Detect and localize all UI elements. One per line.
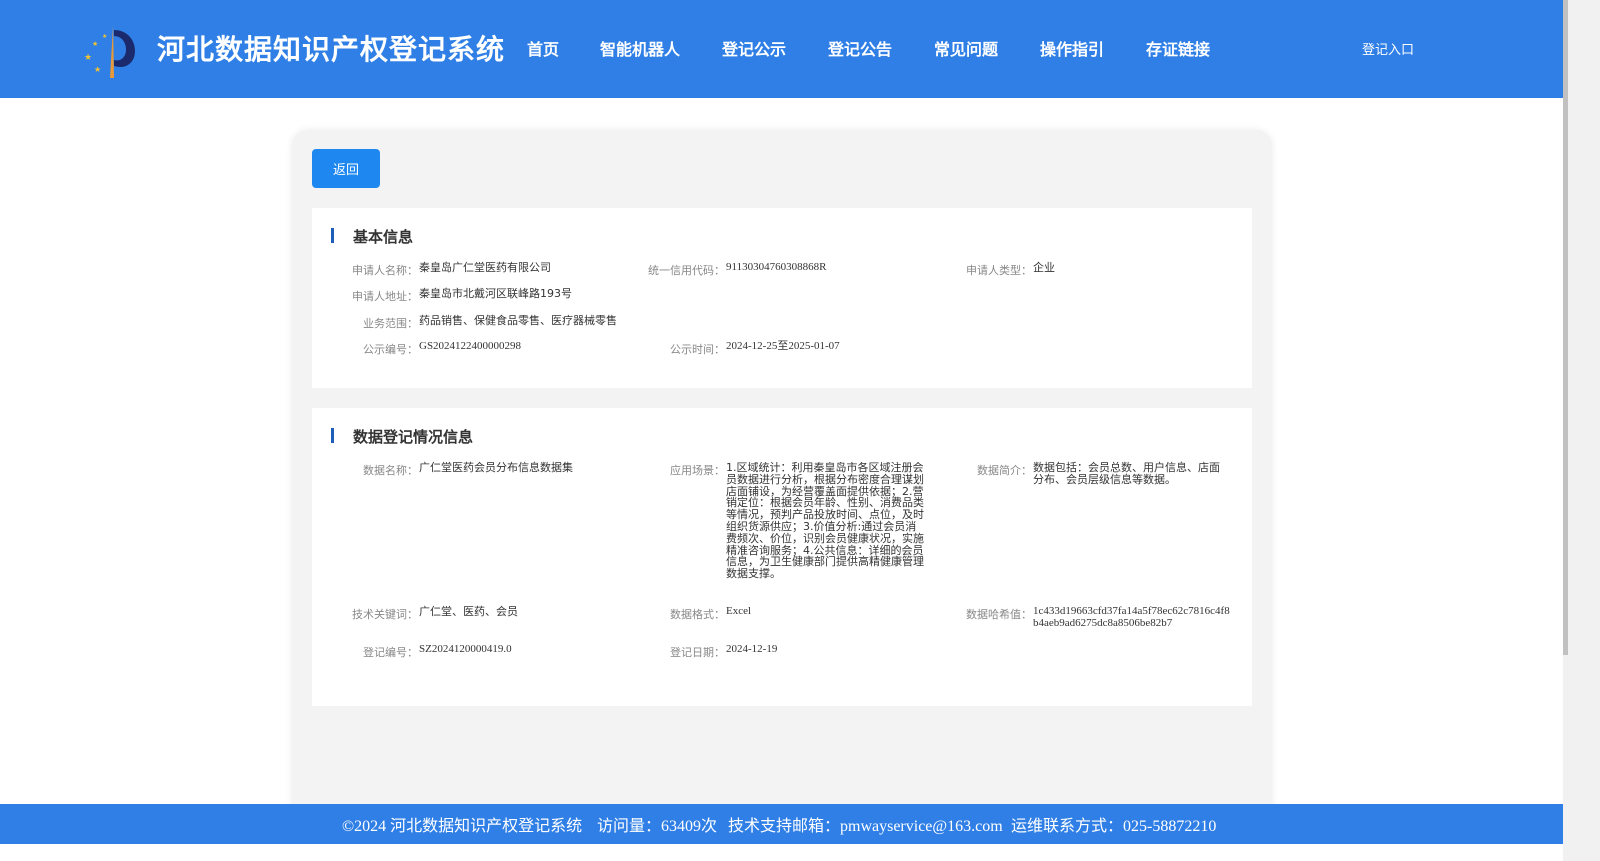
nav-registration-publicity[interactable]: 登记公示 <box>722 36 786 60</box>
login-link[interactable]: 登记入口 <box>1362 39 1414 58</box>
keywords-value: 广仁堂、医药、会员 <box>419 605 518 618</box>
basic-info-title: 基本信息 <box>353 228 414 246</box>
applicant-name-value: 秦皇岛广仁堂医药有限公司 <box>419 261 551 274</box>
hash-label: 数据哈希值： <box>966 608 1032 621</box>
notice-no-value: GS2024122400000298 <box>419 340 522 352</box>
nav-faq[interactable]: 常见问题 <box>934 36 998 60</box>
address-label: 申请人地址： <box>352 290 418 303</box>
nav-evidence-link[interactable]: 存证链接 <box>1146 36 1210 60</box>
applicant-type-label: 申请人类型： <box>966 264 1032 277</box>
section-marker <box>331 428 334 443</box>
summary-value: 数据包括：会员总数、用户信息、店面分布、会员层级信息等数据。 <box>1033 461 1220 486</box>
svg-text:★: ★ <box>102 33 107 40</box>
applicant-type-value: 企业 <box>1033 261 1055 274</box>
reg-date-label: 登记日期： <box>670 646 725 659</box>
notice-no-label: 公示编号： <box>363 343 418 356</box>
notice-time-value: 2024-12-25至2025-01-07 <box>726 340 840 352</box>
nav-guide[interactable]: 操作指引 <box>1040 36 1104 60</box>
application-label: 应用场景： <box>670 464 725 477</box>
format-label: 数据格式： <box>670 608 725 621</box>
scrollbar-thumb[interactable] <box>1563 0 1568 655</box>
reg-no-label: 登记编号： <box>363 646 418 659</box>
hash-value: 1c433d19663cfd37fa14a5f78ec62c7816c4f8b4… <box>1033 605 1230 629</box>
section-marker <box>331 228 334 243</box>
footer-copyright: ©2024 河北数据知识产权登记系统 <box>342 818 583 835</box>
notice-time-label: 公示时间： <box>670 343 725 356</box>
svg-text:★: ★ <box>94 65 101 74</box>
registration-info-title: 数据登记情况信息 <box>353 428 474 446</box>
svg-text:★: ★ <box>84 53 92 63</box>
footer-email: 技术支持邮箱：pmwayservice@163.com <box>728 818 1003 835</box>
nav-registration-announcement[interactable]: 登记公告 <box>828 36 892 60</box>
reg-date-value: 2024-12-19 <box>726 643 778 655</box>
credit-code-value: 91130304760308868R <box>726 261 827 273</box>
scrollbar-track[interactable] <box>1563 0 1600 861</box>
site-title: 河北数据知识产权登记系统 <box>157 33 506 66</box>
applicant-name-label: 申请人名称： <box>352 264 418 277</box>
nav-home[interactable]: 首页 <box>527 36 559 60</box>
data-name-value: 广仁堂医药会员分布信息数据集 <box>419 461 573 474</box>
footer-visits: 访问量：63409次 <box>597 818 718 835</box>
back-button[interactable]: 返回 <box>312 149 380 188</box>
footer-phone: 运维联系方式：025-58872210 <box>1011 818 1217 835</box>
address-value: 秦皇岛市北戴河区联峰路193号 <box>419 287 572 300</box>
business-scope-label: 业务范围： <box>363 317 418 330</box>
summary-label: 数据简介： <box>977 464 1032 477</box>
business-scope-value: 药品销售、保健食品零售、医疗器械零售 <box>419 314 617 327</box>
credit-code-label: 统一信用代码： <box>648 264 725 277</box>
reg-no-value: SZ2024120000419.0 <box>419 643 512 655</box>
svg-text:★: ★ <box>92 40 98 48</box>
format-value: Excel <box>726 605 752 617</box>
logo-icon: ★ ★ ★ ★ <box>84 26 135 78</box>
data-name-label: 数据名称： <box>363 464 418 477</box>
nav-robot[interactable]: 智能机器人 <box>600 36 680 60</box>
application-value: 1.区域统计：利用秦皇岛市各区域注册会员数据进行分析，根据分布密度合理谋划店面铺… <box>726 462 924 581</box>
keywords-label: 技术关键词： <box>352 608 418 621</box>
